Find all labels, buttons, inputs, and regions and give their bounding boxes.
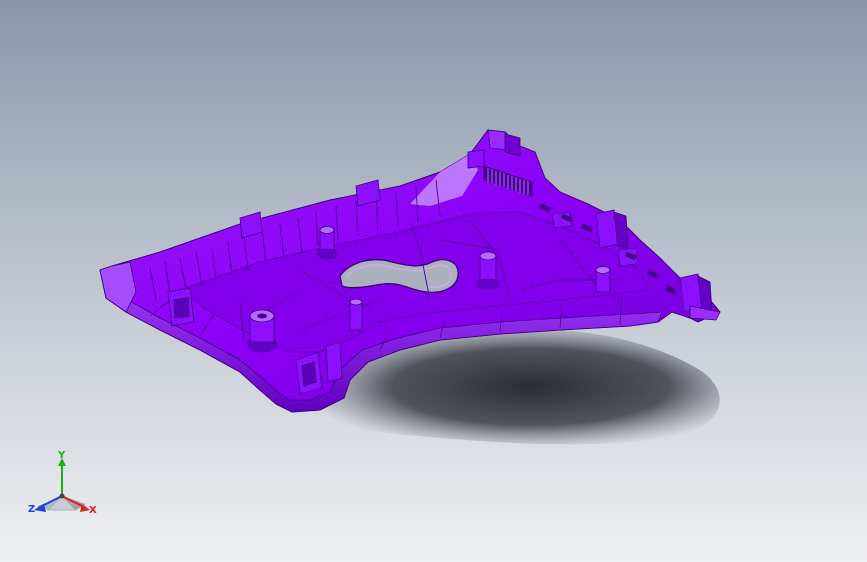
x-axis-label: X [89, 505, 97, 516]
clip-front-2 [325, 341, 343, 383]
tab-top-1 [487, 129, 507, 151]
boss-center-left [316, 226, 338, 260]
z-axis-label: Z [28, 504, 36, 515]
y-axis-label: Y [58, 450, 66, 461]
tab-top-2 [504, 133, 521, 157]
boss-mid [349, 298, 363, 331]
cad-graphics-viewport[interactable]: Y X Z [0, 0, 867, 562]
axis-triad: Y X Z [24, 448, 104, 520]
boss-front-left [247, 309, 277, 353]
tab-top-3 [467, 149, 485, 169]
boss-right [595, 266, 611, 293]
boss-center-right [476, 251, 500, 290]
model-view[interactable] [0, 0, 867, 562]
